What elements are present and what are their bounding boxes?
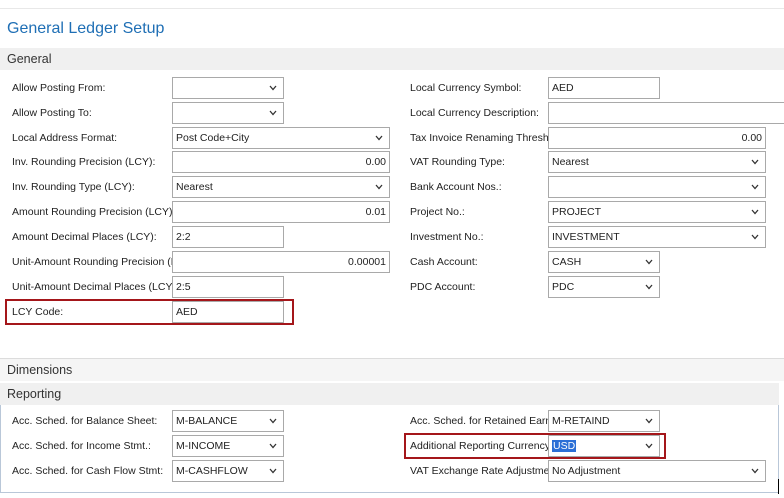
pdc-account-field[interactable]: PDC [548,276,660,298]
amount-rounding-precision-label: Amount Rounding Precision (LCY): [12,206,176,218]
additional-reporting-currency-highlight [404,433,666,459]
chevron-down-icon[interactable] [751,227,761,247]
text-cursor [778,479,779,494]
section-general-header[interactable]: General [0,48,784,70]
allow-posting-to-label: Allow Posting To: [12,107,92,119]
pdc-account-label: PDC Account: [410,281,476,293]
vat-exchange-rate-adjustment-field[interactable]: No Adjustment [548,460,766,482]
local-address-format-field[interactable]: Post Code+City [172,127,390,149]
chevron-down-icon[interactable] [751,202,761,222]
inv-rounding-type-field[interactable]: Nearest [172,176,390,198]
investment-no-field[interactable]: INVESTMENT [548,226,766,248]
bank-account-nos-field[interactable] [548,176,766,198]
chevron-down-icon[interactable] [751,461,761,481]
section-reporting-header[interactable]: Reporting [0,383,779,405]
unit-amount-rounding-precision-label: Unit-Amount Rounding Precision (LCY): [12,256,198,268]
local-currency-description-label: Local Currency Description: [410,107,539,119]
vat-exchange-rate-adjustment-label: VAT Exchange Rate Adjustment: [410,465,562,477]
local-currency-symbol-field[interactable]: AED [548,77,660,99]
chevron-down-icon[interactable] [269,461,279,481]
acc-sched-income-stmt-label: Acc. Sched. for Income Stmt.: [12,440,151,452]
chevron-down-icon[interactable] [269,78,279,98]
chevron-down-icon[interactable] [645,252,655,272]
section-dimensions-header[interactable]: Dimensions [0,359,784,381]
chevron-down-icon[interactable] [751,177,761,197]
local-currency-description-field[interactable] [548,102,784,124]
chevron-down-icon[interactable] [645,277,655,297]
unit-amount-decimal-places-label: Unit-Amount Decimal Places (LCY): [12,281,179,293]
unit-amount-rounding-precision-field[interactable]: 0.00001 [172,251,390,273]
acc-sched-retained-earn-label: Acc. Sched. for Retained Earn.: [410,415,558,427]
project-no-field[interactable]: PROJECT [548,201,766,223]
chevron-down-icon[interactable] [269,436,279,456]
chevron-down-icon[interactable] [645,411,655,431]
chevron-down-icon[interactable] [375,177,385,197]
chevron-down-icon[interactable] [375,128,385,148]
local-currency-symbol-label: Local Currency Symbol: [410,82,522,94]
acc-sched-balance-sheet-label: Acc. Sched. for Balance Sheet: [12,415,158,427]
allow-posting-to-field[interactable] [172,102,284,124]
unit-amount-decimal-places-field[interactable]: 2:5 [172,276,284,298]
lcy-code-highlight [5,299,294,325]
inv-rounding-precision-label: Inv. Rounding Precision (LCY): [12,156,156,168]
acc-sched-balance-sheet-field[interactable]: M-BALANCE [172,410,284,432]
top-bar [0,0,784,9]
chevron-down-icon[interactable] [269,103,279,123]
inv-rounding-type-label: Inv. Rounding Type (LCY): [12,181,135,193]
allow-posting-from-field[interactable] [172,77,284,99]
amount-rounding-precision-field[interactable]: 0.01 [172,201,390,223]
allow-posting-from-label: Allow Posting From: [12,82,106,94]
cash-account-label: Cash Account: [410,256,478,268]
inv-rounding-precision-field[interactable]: 0.00 [172,151,390,173]
amount-decimal-places-label: Amount Decimal Places (LCY): [12,231,157,243]
chevron-down-icon[interactable] [269,411,279,431]
tax-invoice-renaming-threshold-label: Tax Invoice Renaming Threshold: [410,132,566,144]
acc-sched-cash-flow-stmt-label: Acc. Sched. for Cash Flow Stmt: [12,465,164,477]
bank-account-nos-label: Bank Account Nos.: [410,181,502,193]
chevron-down-icon[interactable] [751,152,761,172]
page-title: General Ledger Setup [7,20,165,37]
acc-sched-cash-flow-stmt-field[interactable]: M-CASHFLOW [172,460,284,482]
local-address-format-label: Local Address Format: [12,132,118,144]
acc-sched-retained-earn-field[interactable]: M-RETAIND [548,410,660,432]
tax-invoice-renaming-threshold-field[interactable]: 0.00 [548,127,766,149]
cash-account-field[interactable]: CASH [548,251,660,273]
investment-no-label: Investment No.: [410,231,484,243]
acc-sched-income-stmt-field[interactable]: M-INCOME [172,435,284,457]
vat-rounding-type-label: VAT Rounding Type: [410,156,505,168]
amount-decimal-places-field[interactable]: 2:2 [172,226,284,248]
vat-rounding-type-field[interactable]: Nearest [548,151,766,173]
project-no-label: Project No.: [410,206,465,218]
